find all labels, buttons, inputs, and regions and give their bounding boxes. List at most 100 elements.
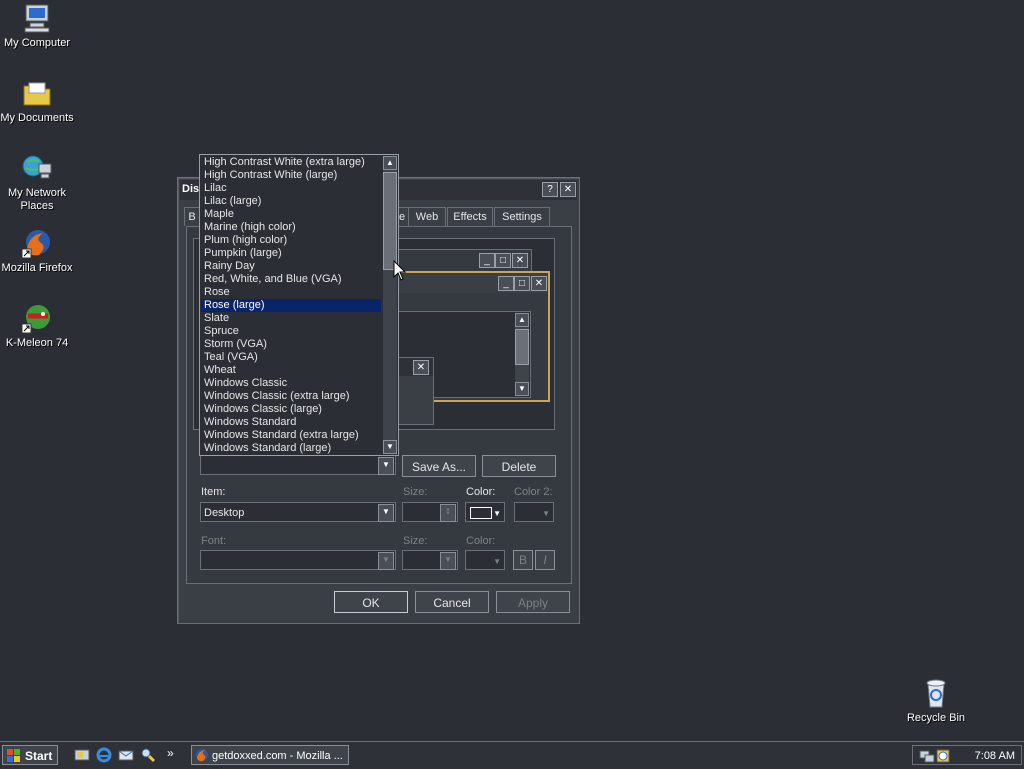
scheme-option[interactable]: Pumpkin (large) [201, 247, 381, 260]
taskbar: Start » getdoxxed.com - Mozilla ... 7:08… [0, 741, 1024, 769]
scheme-option[interactable]: Windows Standard [201, 416, 381, 429]
stepper-icon: ⇕ [440, 504, 456, 522]
scheme-option[interactable]: Storm (VGA) [201, 338, 381, 351]
search-icon[interactable] [140, 747, 156, 763]
scheme-option[interactable]: High Contrast White (large) [201, 169, 381, 182]
scheme-option[interactable]: Windows Classic (extra large) [201, 390, 381, 403]
close-icon: ✕ [413, 360, 429, 375]
scheme-option[interactable]: Maple [201, 208, 381, 221]
tab-web[interactable]: Web [408, 207, 446, 226]
desktop-icon-label: K-Meleon 74 [5, 337, 69, 349]
scroll-up-icon: ▲ [515, 313, 529, 327]
chevron-down-icon: ▼ [440, 552, 456, 570]
network-tray-icon[interactable] [919, 748, 935, 764]
bold-button: B [513, 550, 533, 570]
start-button[interactable]: Start [2, 745, 58, 765]
scheme-option[interactable]: Lilac [201, 182, 381, 195]
size-label: Size: [403, 486, 428, 498]
preview-scrollbar: ▲ ▼ [515, 313, 529, 396]
desktop-icon-my-network-places[interactable]: My Network Places [0, 152, 74, 213]
scheme-option[interactable]: High Contrast White (extra large) [201, 156, 381, 169]
tab-settings[interactable]: Settings [494, 207, 550, 226]
scheme-option[interactable]: Lilac (large) [201, 195, 381, 208]
scheme-option[interactable]: Windows Classic [201, 377, 381, 390]
chevron-down-icon[interactable]: ▼ [378, 504, 394, 522]
maximize-icon: □ [514, 276, 530, 291]
clock[interactable]: 7:08 AM [975, 746, 1015, 766]
cancel-button[interactable]: Cancel [415, 591, 489, 613]
save-as-button[interactable]: Save As... [402, 455, 476, 477]
item-label: Item: [201, 486, 226, 498]
firefox-icon [196, 749, 208, 762]
scheme-option[interactable]: Windows Standard (extra large) [201, 429, 381, 442]
desktop-icon-k-meleon[interactable]: K-Meleon 74 [0, 302, 74, 350]
chevron-down-icon: ▼ [378, 552, 394, 570]
desktop-icon-label: My Documents [0, 112, 74, 124]
color-scheme-combo[interactable]: ▼ [200, 455, 396, 475]
tab-background[interactable]: B [184, 207, 200, 226]
scheme-option[interactable]: Spruce [201, 325, 381, 338]
minimize-icon: _ [479, 253, 495, 268]
scheme-option[interactable]: Rainy Day [201, 260, 381, 273]
close-button[interactable]: ✕ [560, 182, 576, 197]
desktop-icon-my-computer[interactable]: My Computer [0, 2, 74, 50]
scheme-option[interactable]: Rose [201, 286, 381, 299]
chevron-down-icon[interactable]: ▼ [378, 457, 394, 475]
folder-icon [21, 77, 53, 109]
computer-icon [21, 2, 53, 34]
scheduler-tray-icon[interactable] [935, 748, 951, 764]
dropdown-scrollbar[interactable]: ▲ ▼ [383, 156, 397, 454]
close-icon: ✕ [531, 276, 547, 291]
quick-launch-chevron[interactable]: » [167, 746, 174, 760]
k-meleon-icon [21, 302, 53, 334]
show-desktop-icon[interactable] [74, 747, 90, 763]
item-select[interactable]: Desktop ▼ [200, 502, 396, 522]
font-color-label: Color: [466, 535, 496, 547]
desktop-icon-label: My Network Places [7, 187, 67, 212]
start-label: Start [25, 749, 53, 763]
chevron-down-icon[interactable]: ▼ [493, 505, 501, 523]
mouse-pointer-icon [393, 260, 407, 281]
color-scheme-dropdown[interactable]: High Contrast White (extra large) High Co… [199, 154, 399, 456]
desktop-icon-recycle-bin[interactable]: Recycle Bin [899, 677, 973, 725]
desktop-icon-mozilla-firefox[interactable]: Mozilla Firefox [0, 227, 74, 275]
scheme-option[interactable]: Marine (high color) [201, 221, 381, 234]
font-color-picker: ▼ [465, 550, 505, 570]
outlook-express-icon[interactable] [118, 747, 134, 763]
scheme-option[interactable]: Teal (VGA) [201, 351, 381, 364]
ok-button[interactable]: OK [334, 591, 408, 613]
scheme-option[interactable]: Plum (high color) [201, 234, 381, 247]
font-select: ▼ [200, 550, 396, 570]
desktop-icon-my-documents[interactable]: My Documents [0, 77, 74, 125]
chevron-down-icon: ▼ [542, 509, 550, 518]
scheme-option[interactable]: Red, White, and Blue (VGA) [201, 273, 381, 286]
scheme-option[interactable]: Wheat [201, 364, 381, 377]
item-color-picker[interactable]: ▼ [465, 502, 505, 522]
item-size-stepper: ⇕ [402, 502, 458, 522]
windows-logo-icon [7, 749, 20, 762]
scheme-option[interactable]: Windows Classic (large) [201, 403, 381, 416]
item-select-value: Desktop [204, 507, 245, 519]
tab-effects[interactable]: Effects [447, 207, 493, 226]
font-size-label: Size: [403, 535, 428, 547]
font-label: Font: [201, 535, 227, 547]
delete-button[interactable]: Delete [482, 455, 556, 477]
scroll-thumb[interactable] [383, 172, 397, 270]
taskbar-button-label: getdoxxed.com - Mozilla ... [212, 750, 343, 762]
scroll-down-icon: ▼ [515, 382, 529, 396]
scheme-option[interactable]: Slate [201, 312, 381, 325]
preview-scroll-thumb [515, 329, 529, 365]
maximize-icon: □ [495, 253, 511, 268]
close-icon: ✕ [512, 253, 528, 268]
help-button[interactable]: ? [542, 182, 558, 197]
desktop-icon-label: My Computer [3, 37, 71, 49]
taskbar-button-firefox[interactable]: getdoxxed.com - Mozilla ... [191, 745, 349, 765]
color-scheme-list[interactable]: High Contrast White (extra large) High Co… [201, 156, 381, 455]
internet-explorer-icon[interactable] [96, 747, 112, 763]
apply-button[interactable]: Apply [496, 591, 570, 613]
scheme-option[interactable]: Windows Standard (large) [201, 442, 381, 455]
color-label: Color: [466, 486, 496, 498]
scroll-down-icon[interactable]: ▼ [383, 440, 397, 454]
scroll-up-icon[interactable]: ▲ [383, 156, 397, 170]
scheme-option[interactable]: Rose (large) [201, 299, 381, 312]
